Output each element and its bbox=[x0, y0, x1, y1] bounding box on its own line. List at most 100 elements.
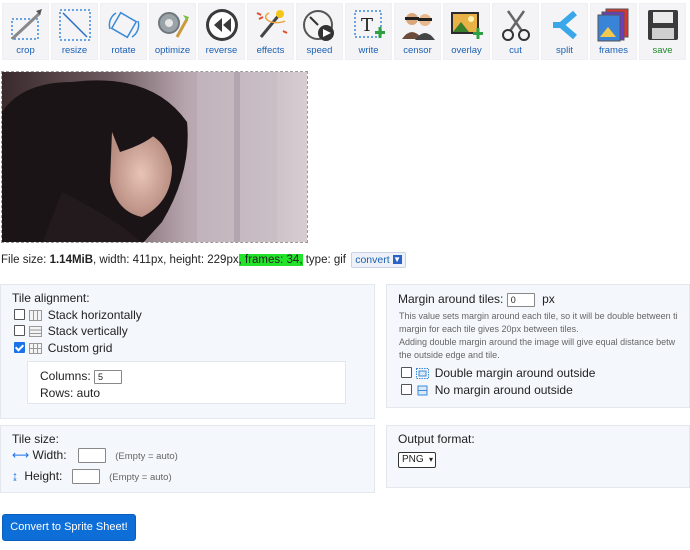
tile-height-label: Height: bbox=[24, 469, 63, 483]
margin-note-3: Adding double margin around the image wi… bbox=[399, 337, 676, 347]
tile-size-title: Tile size: bbox=[12, 432, 59, 446]
rotate-icon bbox=[108, 11, 139, 39]
margin-title: Margin around tiles: bbox=[398, 292, 504, 306]
tool-label: split bbox=[556, 45, 573, 56]
download-icon: ▼ bbox=[392, 255, 402, 264]
resize-icon bbox=[58, 9, 91, 41]
output-format-value: PNG bbox=[402, 454, 424, 465]
frames-icon bbox=[597, 8, 628, 42]
convert-to-sprite-sheet-button[interactable]: Convert to Sprite Sheet! bbox=[2, 514, 136, 541]
cut-icon bbox=[501, 10, 530, 41]
crop-icon bbox=[10, 9, 42, 41]
tool-rotate[interactable]: rotate bbox=[100, 3, 147, 60]
columns-row: Columns: 5 bbox=[40, 369, 123, 384]
file-size-label: File size: bbox=[1, 254, 50, 267]
margin-note-4: the outside edge and tile. bbox=[399, 350, 500, 360]
margin-input[interactable]: 0 bbox=[506, 292, 535, 307]
tile-width-label: Width: bbox=[32, 448, 67, 462]
no-margin-checkbox[interactable] bbox=[401, 384, 412, 395]
tool-censor[interactable]: censor bbox=[394, 3, 441, 60]
tool-cut[interactable]: cut bbox=[492, 3, 539, 60]
tool-label: resize bbox=[61, 45, 88, 56]
tool-label: write bbox=[358, 45, 379, 56]
tool-crop[interactable]: crop bbox=[2, 3, 49, 60]
tool-reverse[interactable]: reverse bbox=[198, 3, 245, 60]
double-margin-label: Double margin around outside bbox=[434, 366, 596, 380]
tool-effects[interactable]: effects bbox=[247, 3, 294, 60]
tile-height-row: ↨ Height: (Empty = auto) bbox=[12, 469, 172, 485]
margin-row: Margin around tiles: 0 px bbox=[398, 292, 555, 307]
no-margin-label: No margin around outside bbox=[434, 383, 573, 397]
tile-width-hint: (Empty = auto) bbox=[115, 451, 178, 462]
rows-label: Rows: auto bbox=[40, 386, 101, 400]
double-margin-icon bbox=[416, 368, 430, 379]
tool-label: save bbox=[652, 45, 673, 56]
file-type-text: type: gif bbox=[302, 254, 346, 267]
speed-icon bbox=[302, 10, 334, 41]
tile-height-input[interactable] bbox=[71, 469, 100, 485]
file-size-value: 1.14MiB bbox=[49, 254, 94, 267]
tool-label: overlay bbox=[451, 45, 482, 56]
margin-note-1: This value sets margin around each tile,… bbox=[399, 311, 678, 321]
custom-grid-checkbox[interactable] bbox=[14, 342, 25, 353]
gif-preview-image bbox=[1, 71, 308, 243]
margin-note-2: margin for each tile gives 20px between … bbox=[399, 324, 579, 334]
svg-text:T: T bbox=[361, 15, 373, 36]
tool-label: cut bbox=[509, 45, 522, 56]
effects-icon bbox=[256, 10, 287, 38]
tool-overlay[interactable]: overlay bbox=[443, 3, 490, 60]
tool-label: censor bbox=[403, 45, 432, 56]
tool-label: frames bbox=[598, 45, 629, 56]
double-margin-option[interactable]: Double margin around outside bbox=[401, 366, 595, 380]
censor-icon bbox=[401, 13, 435, 40]
tool-speed[interactable]: speed bbox=[296, 3, 343, 60]
tool-split[interactable]: split bbox=[541, 3, 588, 60]
no-margin-option[interactable]: No margin around outside bbox=[401, 383, 573, 397]
stack-vertically-option[interactable]: Stack vertically bbox=[14, 324, 128, 338]
custom-grid-option[interactable]: Custom grid bbox=[14, 341, 112, 355]
tool-toolbar: crop resize rotate optimize reverse effe… bbox=[0, 0, 690, 62]
stack-horizontally-label: Stack horizontally bbox=[47, 308, 142, 322]
tool-label: rotate bbox=[111, 45, 136, 56]
tool-label: speed bbox=[306, 45, 333, 56]
height-arrow-icon: ↨ bbox=[12, 469, 18, 483]
tool-save[interactable]: save bbox=[639, 3, 686, 60]
save-icon bbox=[647, 10, 678, 40]
tile-alignment-title: Tile alignment: bbox=[12, 291, 90, 305]
tool-optimize[interactable]: optimize bbox=[149, 3, 196, 60]
frames-count: , frames: 34, bbox=[238, 254, 303, 267]
dimensions-text: , width: 411px, height: 229px bbox=[93, 254, 239, 267]
tool-resize[interactable]: resize bbox=[51, 3, 98, 60]
stack-horizontally-icon bbox=[29, 310, 43, 321]
overlay-icon bbox=[450, 12, 483, 39]
output-format-select[interactable]: PNG ▾ bbox=[398, 452, 436, 468]
columns-input[interactable]: 5 bbox=[94, 369, 123, 384]
convert-button[interactable]: convert ▼ bbox=[351, 252, 406, 268]
split-icon bbox=[552, 10, 577, 40]
margin-unit: px bbox=[542, 292, 555, 306]
output-format-title: Output format: bbox=[398, 432, 475, 446]
tile-height-hint: (Empty = auto) bbox=[109, 472, 172, 483]
tool-frames[interactable]: frames bbox=[590, 3, 637, 60]
tool-label: effects bbox=[256, 45, 285, 56]
custom-grid-icon bbox=[29, 343, 43, 354]
convert-label: convert bbox=[355, 254, 390, 266]
stack-horizontally-option[interactable]: Stack horizontally bbox=[14, 308, 142, 322]
write-icon: T bbox=[353, 10, 385, 38]
double-margin-checkbox[interactable] bbox=[401, 367, 412, 378]
file-info: File size: 1.14MiB, width: 411px, height… bbox=[1, 252, 406, 268]
stack-horizontally-checkbox[interactable] bbox=[14, 309, 25, 320]
tool-write[interactable]: T write bbox=[345, 3, 392, 60]
tool-label: reverse bbox=[205, 45, 238, 56]
no-margin-icon bbox=[417, 385, 428, 396]
reverse-icon bbox=[205, 9, 238, 41]
tool-label: crop bbox=[16, 45, 35, 56]
columns-label: Columns: bbox=[40, 369, 91, 383]
stack-vertically-icon bbox=[29, 326, 43, 337]
stack-vertically-label: Stack vertically bbox=[47, 324, 128, 338]
chevron-down-icon: ▾ bbox=[428, 455, 433, 464]
stack-vertically-checkbox[interactable] bbox=[14, 325, 25, 336]
optimize-icon bbox=[157, 12, 189, 38]
tile-width-row: ⟷ Width: (Empty = auto) bbox=[12, 448, 178, 464]
tile-width-input[interactable] bbox=[77, 448, 106, 464]
